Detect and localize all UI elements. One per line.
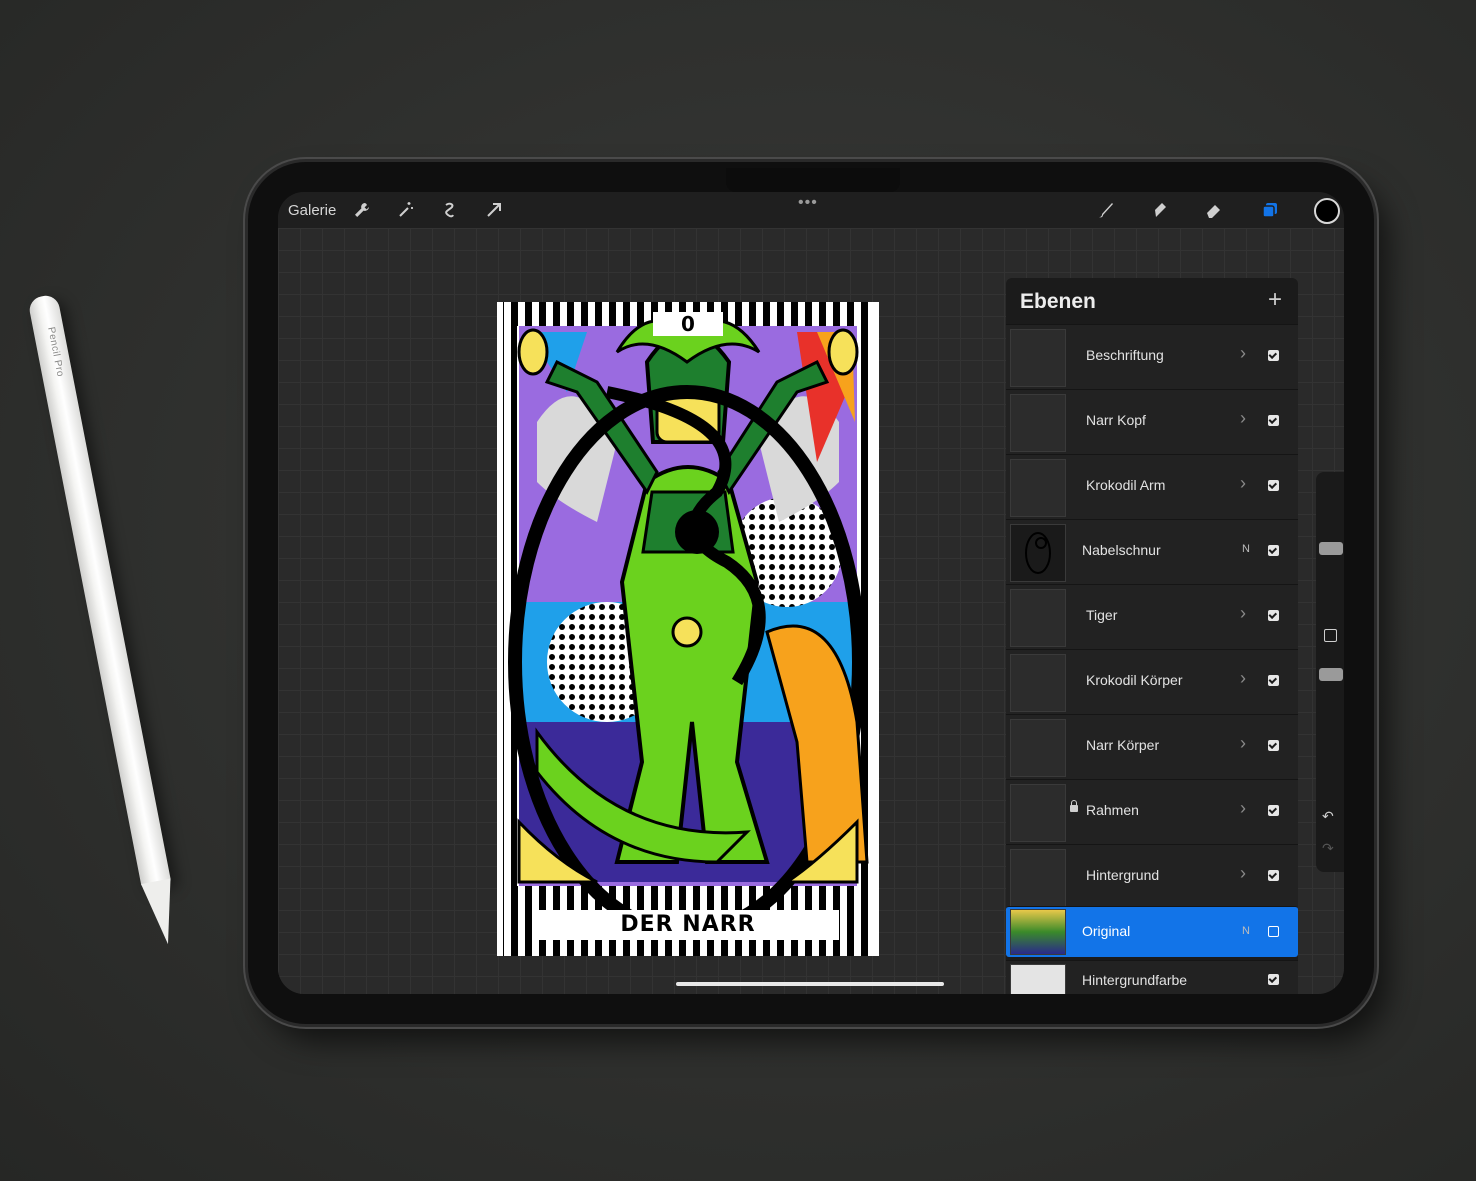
- magic-wand-icon[interactable]: [392, 196, 420, 224]
- layer-thumbnail: [1010, 654, 1066, 712]
- layer-thumbnail: [1010, 909, 1066, 955]
- more-dots-icon[interactable]: •••: [798, 194, 818, 212]
- layer-row-original[interactable]: Original N: [1006, 906, 1298, 957]
- eraser-icon[interactable]: [1200, 196, 1228, 224]
- camera-notch: [726, 168, 900, 192]
- layer-row-rahmen[interactable]: Rahmen ›: [1006, 779, 1298, 844]
- card-number: 0: [653, 312, 723, 336]
- chevron-right-icon[interactable]: ›: [1240, 733, 1246, 754]
- gallery-button[interactable]: Galerie: [288, 202, 336, 219]
- visibility-checkbox[interactable]: [1268, 480, 1279, 491]
- home-indicator[interactable]: [676, 982, 944, 986]
- modify-button[interactable]: [1324, 629, 1337, 642]
- layer-thumbnail: [1010, 719, 1066, 777]
- layer-row-beschriftung[interactable]: Beschriftung ›: [1006, 324, 1298, 389]
- chevron-right-icon[interactable]: ›: [1240, 668, 1246, 689]
- color-picker[interactable]: [1314, 198, 1340, 224]
- pencil-label: Pencil Pro: [45, 326, 66, 378]
- layer-row-narr-kopf[interactable]: Narr Kopf ›: [1006, 389, 1298, 454]
- layer-thumbnail: [1010, 849, 1066, 907]
- visibility-checkbox[interactable]: [1268, 974, 1279, 985]
- layer-name: Krokodil Arm: [1086, 477, 1166, 493]
- blend-mode-label[interactable]: N: [1242, 543, 1250, 555]
- chevron-right-icon[interactable]: ›: [1240, 798, 1246, 819]
- layer-row-narr-koerper[interactable]: Narr Körper ›: [1006, 714, 1298, 779]
- chevron-right-icon[interactable]: ›: [1240, 603, 1246, 624]
- layer-thumbnail: [1010, 394, 1066, 452]
- layers-icon[interactable]: [1256, 196, 1284, 224]
- layer-row-nabelschnur[interactable]: Nabelschnur N: [1006, 519, 1298, 584]
- layer-name: Tiger: [1086, 607, 1118, 623]
- layer-name: Rahmen: [1086, 802, 1139, 818]
- transform-arrow-icon[interactable]: [480, 196, 508, 224]
- layer-row-hintergrundfarbe[interactable]: Hintergrundfarbe: [1006, 960, 1298, 994]
- layers-panel-title: Ebenen: [1020, 290, 1096, 313]
- side-slider-bar: ↶ ↷: [1316, 472, 1344, 872]
- brush-icon[interactable]: [1092, 196, 1120, 224]
- lock-icon: [1070, 800, 1078, 812]
- apple-pencil: Pencil Pro: [18, 291, 195, 949]
- canvas-area[interactable]: 0 DER NARR Ebenen + Beschriftung › Narr …: [278, 228, 1344, 994]
- brush-size-slider[interactable]: [1319, 542, 1343, 555]
- layer-name: Nabelschnur: [1082, 542, 1161, 558]
- card-title: DER NARR: [537, 910, 839, 940]
- layer-thumbnail: [1010, 589, 1066, 647]
- tarot-illustration: [503, 302, 873, 956]
- layer-name: Narr Kopf: [1086, 412, 1146, 428]
- layer-row-hintergrund[interactable]: Hintergrund ›: [1006, 844, 1298, 909]
- layer-name: Original: [1082, 923, 1131, 939]
- pencil-body: Pencil Pro: [27, 293, 172, 889]
- layer-name: Beschriftung: [1086, 347, 1164, 363]
- layers-panel: Ebenen + Beschriftung › Narr Kopf › Krok…: [1006, 278, 1298, 994]
- layer-name: Narr Körper: [1086, 737, 1160, 753]
- opacity-slider[interactable]: [1319, 668, 1343, 681]
- layer-thumbnail: [1010, 459, 1066, 517]
- pencil-tip: [141, 878, 183, 947]
- ipad-device: Galerie ••• 0 DER NARR Ebenen + Beschrif…: [248, 162, 1374, 1024]
- layer-row-tiger[interactable]: Tiger ›: [1006, 584, 1298, 649]
- procreate-screen: Galerie ••• 0 DER NARR Ebenen + Beschrif…: [278, 192, 1344, 994]
- layer-row-krokodil-koerper[interactable]: Krokodil Körper ›: [1006, 649, 1298, 714]
- visibility-checkbox[interactable]: [1268, 740, 1279, 751]
- visibility-checkbox[interactable]: [1268, 350, 1279, 361]
- add-layer-button[interactable]: +: [1268, 286, 1282, 314]
- visibility-checkbox[interactable]: [1268, 675, 1279, 686]
- chevron-right-icon[interactable]: ›: [1240, 473, 1246, 494]
- chevron-right-icon[interactable]: ›: [1240, 343, 1246, 364]
- tarot-card-artwork: 0 DER NARR: [497, 302, 879, 956]
- layer-thumbnail: [1010, 329, 1066, 387]
- smudge-icon[interactable]: [1146, 196, 1174, 224]
- chevron-right-icon[interactable]: ›: [1240, 408, 1246, 429]
- chevron-right-icon[interactable]: ›: [1240, 863, 1246, 884]
- color-swatch: [1010, 964, 1066, 994]
- layer-thumbnail: [1010, 784, 1066, 842]
- layer-name: Hintergrund: [1086, 867, 1160, 883]
- wrench-icon[interactable]: [348, 196, 376, 224]
- top-toolbar: Galerie •••: [278, 192, 1344, 228]
- visibility-checkbox[interactable]: [1268, 870, 1279, 881]
- selection-icon[interactable]: [436, 196, 464, 224]
- layer-thumbnail: [1010, 524, 1066, 582]
- undo-icon[interactable]: ↶: [1322, 808, 1334, 825]
- redo-icon[interactable]: ↷: [1322, 840, 1334, 857]
- visibility-checkbox[interactable]: [1268, 545, 1279, 556]
- visibility-checkbox[interactable]: [1268, 926, 1279, 937]
- layer-name: Krokodil Körper: [1086, 672, 1183, 688]
- visibility-checkbox[interactable]: [1268, 610, 1279, 621]
- visibility-checkbox[interactable]: [1268, 415, 1279, 426]
- visibility-checkbox[interactable]: [1268, 805, 1279, 816]
- layer-row-krokodil-arm[interactable]: Krokodil Arm ›: [1006, 454, 1298, 519]
- layer-name: Hintergrundfarbe: [1082, 972, 1188, 988]
- blend-mode-label[interactable]: N: [1242, 925, 1250, 937]
